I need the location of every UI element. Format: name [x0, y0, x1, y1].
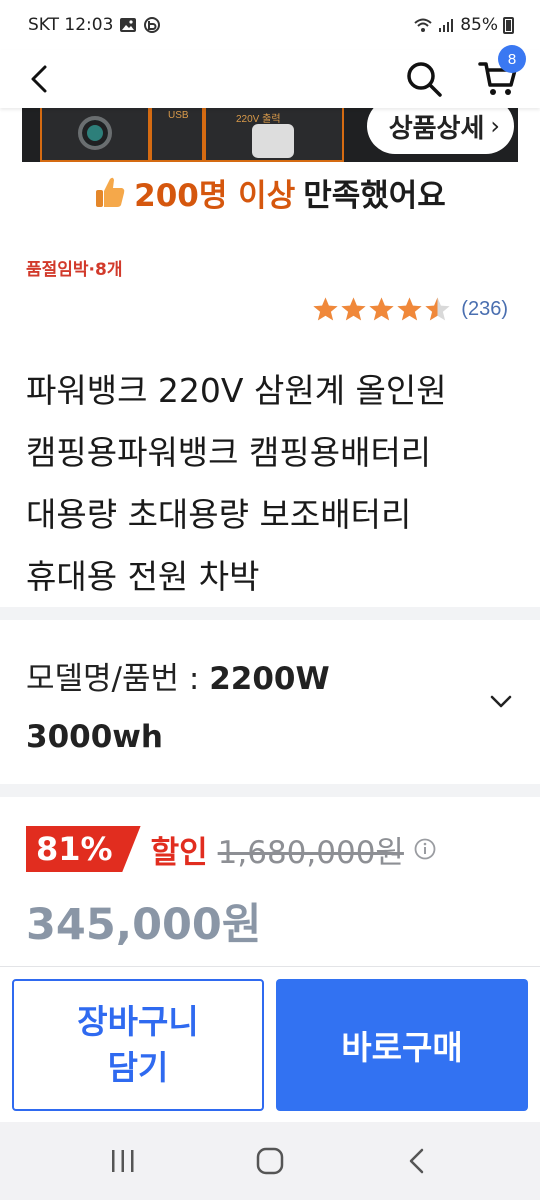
- model-value-continued: 3000wh: [26, 719, 163, 755]
- status-bar: SKT 12:03 85%: [0, 0, 540, 50]
- home-button[interactable]: [240, 1131, 300, 1191]
- section-divider: [0, 784, 540, 797]
- model-value: 2200W: [209, 661, 330, 697]
- satisfaction-text: 만족했어요: [303, 177, 446, 214]
- rating-stars: [312, 296, 451, 323]
- discount-label: 할인: [150, 834, 208, 871]
- ac-outlet-graphic: [252, 124, 294, 158]
- review-count[interactable]: (236): [461, 298, 508, 321]
- usb-port-label: USB: [168, 110, 189, 121]
- section-divider: [0, 607, 540, 620]
- star-icon: [341, 297, 366, 321]
- product-detail-label: 상품상세: [388, 113, 485, 144]
- product-title-line: 파워뱅크 220V 삼원계 올인원: [26, 371, 447, 410]
- star-icon: [313, 297, 338, 321]
- back-arrow-icon: [31, 65, 47, 93]
- product-title-line: 휴대용 전원 차박: [26, 557, 260, 596]
- power-button-graphic: [78, 116, 112, 150]
- back-nav-icon: [409, 1148, 423, 1174]
- satisfaction-banner: 200명 이상 만족했어요: [0, 168, 540, 216]
- add-to-cart-button[interactable]: 장바구니 담기: [12, 979, 264, 1111]
- stock-status: 품절임박·8개: [26, 260, 123, 280]
- signal-icon: [439, 19, 454, 32]
- rating-summary[interactable]: (236): [312, 296, 508, 323]
- discount-badge: 81%: [26, 826, 141, 872]
- home-icon: [256, 1147, 284, 1175]
- add-to-cart-label-line2: 담기: [107, 1048, 169, 1087]
- wifi-icon: [414, 18, 432, 32]
- recent-apps-icon: [112, 1150, 134, 1172]
- recent-apps-button[interactable]: [93, 1131, 153, 1191]
- thumbs-up-icon: [96, 177, 125, 207]
- product-image[interactable]: USB 220V 출력 상품상세 ›: [22, 108, 518, 162]
- gallery-icon: [120, 18, 137, 32]
- cart-count-badge: 8: [498, 45, 526, 73]
- final-price: 345,000원: [26, 900, 262, 950]
- cart-button[interactable]: 8: [476, 45, 526, 101]
- product-detail-button[interactable]: 상품상세 ›: [366, 108, 514, 154]
- satisfaction-count: 200명 이상: [134, 177, 296, 214]
- battery-icon: [503, 16, 514, 34]
- discount-row: 81% 할인 1,680,000원: [26, 826, 436, 872]
- back-button[interactable]: [20, 59, 60, 99]
- product-title-line: 대용량 초대용량 보조배터리: [26, 495, 412, 534]
- back-nav-button[interactable]: [387, 1131, 447, 1191]
- original-price: 1,680,000원: [217, 834, 404, 871]
- product-title: 파워뱅크 220V 삼원계 올인원 캠핑용파워뱅크 캠핑용배터리 대용량 초대용…: [26, 360, 516, 608]
- ac-outlet-label: 220V 출력: [236, 114, 281, 125]
- system-navigation-bar: [0, 1122, 540, 1200]
- purchase-action-bar: 장바구니 담기 바로구매: [0, 966, 540, 1122]
- app-notification-icon: [144, 17, 161, 33]
- star-icon: [425, 297, 450, 321]
- battery-percent: 85%: [460, 15, 498, 35]
- star-icon: [397, 297, 422, 321]
- status-carrier-time: SKT 12:03: [28, 15, 114, 35]
- search-icon: [407, 62, 442, 97]
- add-to-cart-label: 장바구니: [77, 1002, 199, 1041]
- app-header: 8: [0, 45, 540, 108]
- search-button[interactable]: [402, 57, 446, 101]
- star-icon: [369, 297, 394, 321]
- product-title-line: 캠핑용파워뱅크 캠핑용배터리: [26, 433, 432, 472]
- buy-now-button[interactable]: 바로구매: [276, 979, 528, 1111]
- model-selector[interactable]: 모델명/품번 : 2200W 3000wh: [26, 650, 466, 766]
- model-label: 모델명/품번 :: [26, 661, 210, 697]
- chevron-down-icon[interactable]: [488, 688, 514, 714]
- info-icon[interactable]: [414, 838, 436, 860]
- chevron-right-icon: ›: [490, 112, 500, 140]
